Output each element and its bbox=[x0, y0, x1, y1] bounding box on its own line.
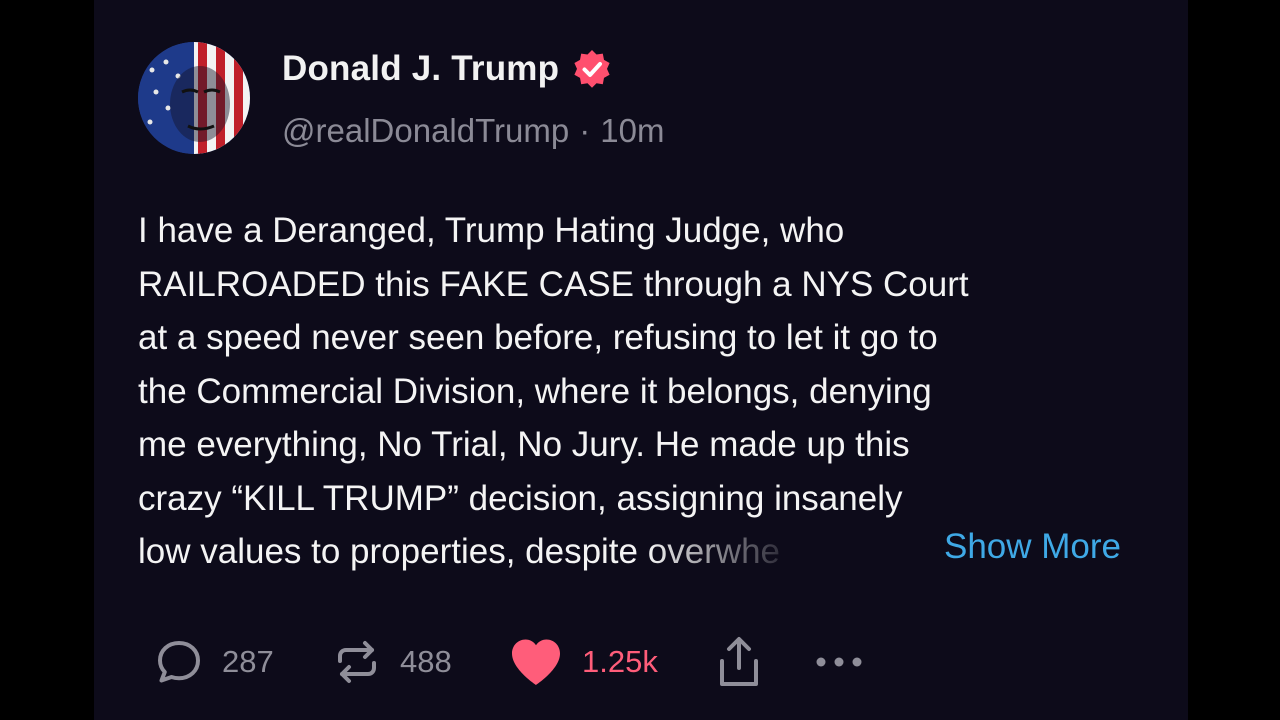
post-text-line: at a speed never seen before, refusing t… bbox=[138, 318, 938, 357]
author-display-name[interactable]: Donald J. Trump bbox=[282, 49, 559, 89]
author-name-row: Donald J. Trump bbox=[282, 48, 613, 90]
reply-bubble-icon bbox=[154, 637, 204, 687]
repost-button[interactable]: 488 bbox=[332, 637, 508, 687]
post-actions-bar: 287 488 1.25k bbox=[154, 634, 864, 690]
post-text-line: crazy “KILL TRUMP” decision, assigning i… bbox=[138, 478, 903, 518]
verified-badge-icon bbox=[571, 48, 613, 90]
like-button[interactable]: 1.25k bbox=[508, 636, 714, 688]
share-upload-icon bbox=[714, 634, 764, 690]
post-text-truncated-fade: overwhe bbox=[647, 532, 781, 571]
heart-icon bbox=[508, 636, 564, 688]
post-text-line: I have a Deranged, Trump Hating Judge, w… bbox=[138, 211, 845, 250]
share-button[interactable] bbox=[714, 634, 814, 690]
author-handle[interactable]: @realDonaldTrump bbox=[282, 112, 569, 150]
post-text-line: RAILROADED this FAKE CASE through a NYS … bbox=[138, 264, 969, 304]
post-text-line: the Commercial Division, where it belong… bbox=[138, 371, 932, 411]
meta-separator: · bbox=[579, 112, 591, 149]
reply-count: 287 bbox=[222, 644, 274, 679]
author-meta-row: @realDonaldTrump · 10m bbox=[282, 110, 664, 152]
post-text-last-line-text: low values to properties, despite bbox=[138, 532, 648, 571]
repost-arrows-icon bbox=[332, 637, 382, 687]
reply-button[interactable]: 287 bbox=[154, 637, 332, 687]
avatar-image bbox=[138, 42, 250, 154]
like-count: 1.25k bbox=[582, 644, 658, 679]
author-avatar[interactable] bbox=[138, 42, 250, 154]
post-text-line: me everything, No Trial, No Jury. He mad… bbox=[138, 425, 910, 464]
show-more-link[interactable]: Show More bbox=[944, 524, 1121, 570]
more-options-button[interactable] bbox=[814, 652, 864, 672]
repost-count: 488 bbox=[400, 644, 452, 679]
post-timestamp[interactable]: 10m bbox=[600, 112, 664, 150]
more-dots-icon bbox=[814, 652, 864, 672]
post-text: I have a Deranged, Trump Hating Judge, w… bbox=[138, 204, 1148, 579]
